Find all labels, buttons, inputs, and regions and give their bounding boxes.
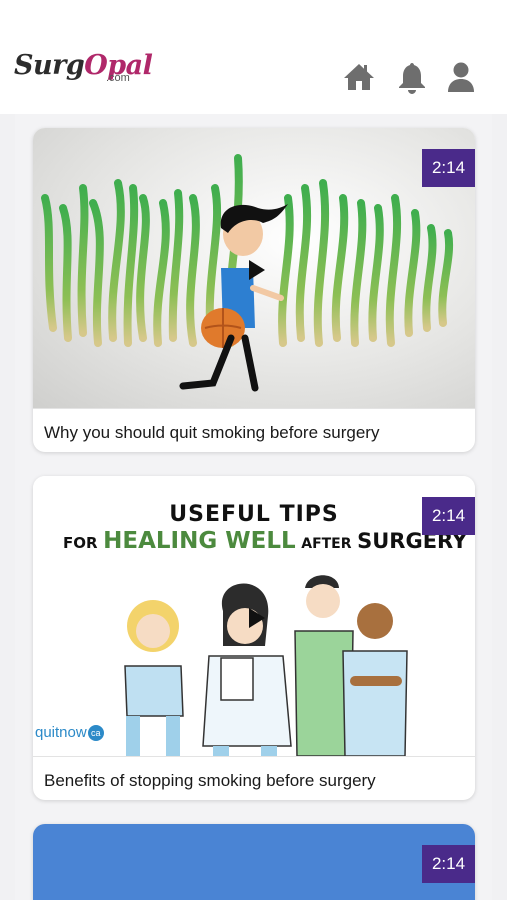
surgopal-logo[interactable]: SurgOpal .com: [14, 50, 153, 106]
app-header: SurgOpal .com: [0, 0, 507, 114]
home-icon[interactable]: [342, 60, 376, 94]
bell-icon[interactable]: [395, 60, 429, 94]
logo-domain: .com: [106, 72, 130, 84]
video-card[interactable]: 2:14 Why you should quit smoking before …: [33, 128, 475, 452]
video-card[interactable]: 2:14: [33, 824, 475, 900]
video-thumbnail[interactable]: 2:14: [33, 128, 475, 408]
video-list[interactable]: 2:14 Why you should quit smoking before …: [15, 114, 492, 900]
duration-badge: 2:14: [422, 497, 475, 535]
user-icon[interactable]: [444, 60, 478, 94]
video-title[interactable]: Benefits of stopping smoking before surg…: [33, 756, 475, 800]
play-icon[interactable]: [249, 608, 265, 628]
video-thumbnail[interactable]: USEFUL TIPS FOR HEALING WELL AFTER SURGE…: [33, 476, 475, 756]
duration-badge: 2:14: [422, 845, 475, 883]
logo-text: SurgOpal: [14, 50, 153, 81]
video-card[interactable]: USEFUL TIPS FOR HEALING WELL AFTER SURGE…: [33, 476, 475, 800]
duration-badge: 2:14: [422, 149, 475, 187]
play-icon[interactable]: [249, 260, 265, 280]
quitnow-brand: quitnow ca: [35, 724, 104, 741]
video-title[interactable]: Why you should quit smoking before surge…: [33, 408, 475, 452]
